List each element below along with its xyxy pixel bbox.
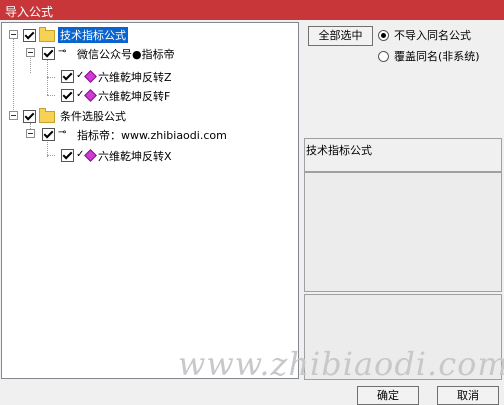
tree-node-formula-f[interactable]: ✓ 六维乾坤反转F (2, 86, 298, 104)
tree-node-formula-x[interactable]: ✓ 六维乾坤反转X (2, 146, 298, 164)
radio-overwrite-label: 覆盖同名(非系统) (394, 50, 480, 63)
formula-icon (84, 149, 97, 162)
window-title: 导入公式 (5, 5, 54, 19)
checkbox-stock-screening[interactable] (23, 110, 36, 123)
tree-node-label: 六维乾坤反转X (98, 150, 172, 163)
checkbox-tech-indicators[interactable] (23, 29, 36, 42)
tree-node-label: 技术指标公式 (58, 27, 128, 43)
radio-overwrite-duplicates[interactable] (378, 51, 389, 62)
tree-node-label: 条件选股公式 (60, 110, 126, 123)
formula-icon (84, 89, 97, 102)
key-icon: ⊸ (58, 46, 67, 57)
tree-node-label: 六维乾坤反转F (98, 90, 171, 103)
title-bar: 导入公式 (0, 0, 504, 20)
formula-detail-panel (304, 172, 502, 292)
checkbox-wechat-author[interactable] (42, 47, 55, 60)
tree-node-stock-screening[interactable]: 条件选股公式 (2, 107, 298, 125)
collapse-toggle-icon[interactable] (26, 129, 35, 138)
checkbox-formula-z[interactable] (61, 70, 74, 83)
collapse-toggle-icon[interactable] (9, 111, 18, 120)
cancel-button[interactable]: 取消 (437, 386, 499, 405)
ok-button[interactable]: 确定 (357, 386, 419, 405)
checkbox-formula-f[interactable] (61, 89, 74, 102)
formula-tree[interactable]: 技术指标公式 ⊸ 微信公众号●指标帝 ✓ 六维乾坤反转Z ✓ 六维乾坤反转F 条… (1, 22, 299, 379)
checkbox-formula-x[interactable] (61, 149, 74, 162)
tick-icon: ✓ (76, 70, 85, 81)
radio-skip-duplicates[interactable] (378, 30, 389, 41)
collapse-toggle-icon[interactable] (26, 48, 35, 57)
collapse-toggle-icon[interactable] (9, 30, 18, 39)
tree-node-label: 指标帝：www.zhibiaodi.com (77, 129, 227, 142)
tick-icon: ✓ (76, 149, 85, 160)
folder-icon (39, 108, 55, 123)
radio-skip-label: 不导入同名公式 (394, 29, 471, 42)
tree-node-label: 六维乾坤反转Z (98, 71, 172, 84)
formula-caption-panel: 技术指标公式 (304, 138, 502, 172)
tree-node-formula-z[interactable]: ✓ 六维乾坤反转Z (2, 67, 298, 85)
tree-node-site-author[interactable]: ⊸ 指标帝：www.zhibiaodi.com (2, 125, 298, 143)
tree-node-label: 微信公众号●指标帝 (77, 48, 175, 61)
checkbox-site-author[interactable] (42, 128, 55, 141)
formula-caption: 技术指标公式 (306, 144, 372, 157)
watermark-text: www.zhibiaodi.com (178, 345, 504, 383)
tree-node-wechat-author[interactable]: ⊸ 微信公众号●指标帝 (2, 44, 298, 62)
tree-node-tech-indicators[interactable]: 技术指标公式 (2, 26, 298, 44)
formula-icon (84, 70, 97, 83)
key-icon: ⊸ (58, 127, 67, 138)
folder-icon (39, 27, 55, 42)
tick-icon: ✓ (76, 89, 85, 100)
select-all-button[interactable]: 全部选中 (308, 26, 373, 46)
